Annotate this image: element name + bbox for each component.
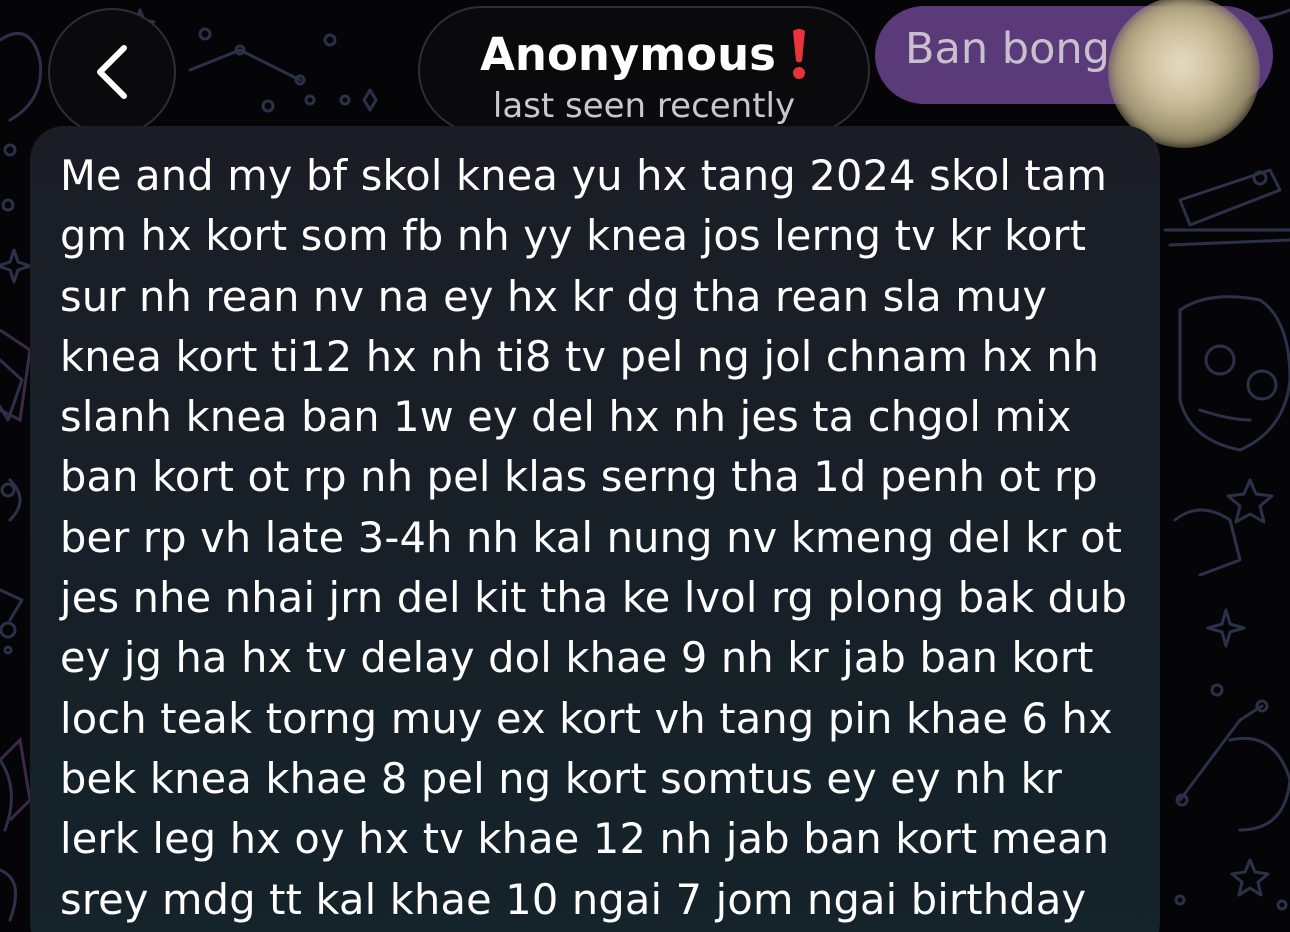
exclamation-icon bbox=[792, 29, 805, 79]
chevron-left-icon bbox=[97, 45, 127, 99]
contact-name: Anonymous bbox=[480, 27, 776, 81]
message-text: Me and my bf skol knea yu hx tang 2024 s… bbox=[60, 151, 1128, 924]
back-button[interactable] bbox=[48, 8, 176, 136]
chat-header-title[interactable]: Anonymous last seen recently bbox=[418, 6, 870, 134]
chat-name-label: Ban bong bbox=[905, 24, 1110, 74]
last-seen-status: last seen recently bbox=[492, 86, 796, 126]
message-bubble[interactable]: Me and my bf skol knea yu hx tang 2024 s… bbox=[30, 126, 1160, 932]
